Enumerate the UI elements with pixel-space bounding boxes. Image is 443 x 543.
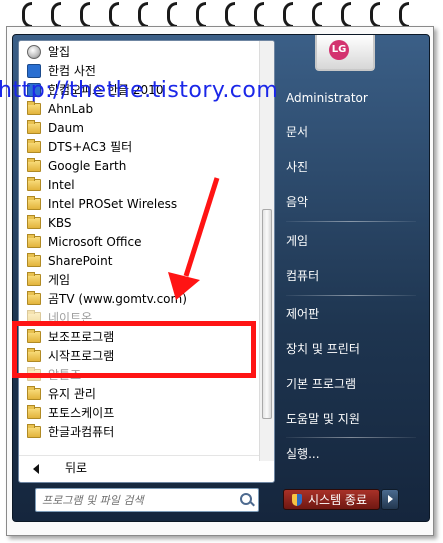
annotation-arrow-head [168, 272, 200, 300]
annotation-arrow-shaft [183, 177, 220, 277]
annotation-arrow [168, 177, 220, 300]
